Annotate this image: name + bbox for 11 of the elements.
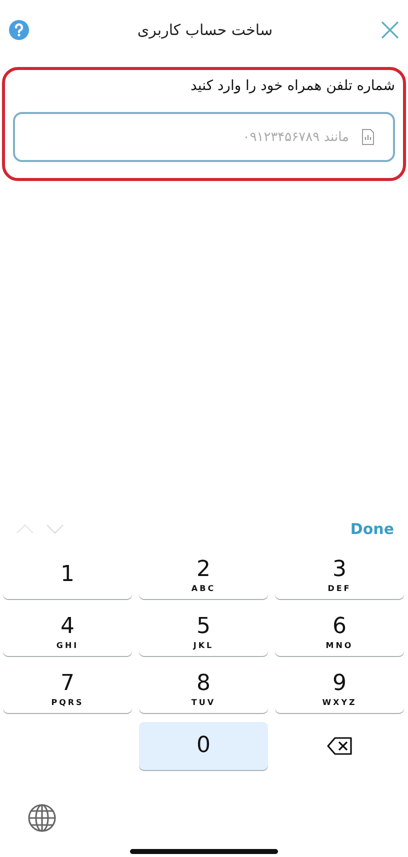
sim-card-icon: [361, 128, 375, 146]
phone-input-field[interactable]: مانند ۰۹۱۲۳۴۵۶۷۸۹: [13, 112, 395, 162]
backspace-icon: [326, 736, 352, 756]
globe-icon[interactable]: [27, 803, 57, 833]
field-label: شماره تلفن همراه خود را وارد کنید: [190, 78, 395, 94]
screen-title: ساخت حساب کاربری: [137, 21, 273, 39]
help-icon[interactable]: [8, 19, 30, 41]
next-field-icon[interactable]: [46, 524, 64, 534]
close-icon[interactable]: [380, 20, 400, 40]
previous-field-icon[interactable]: [16, 524, 34, 534]
digit-key[interactable]: 0: [139, 722, 268, 770]
